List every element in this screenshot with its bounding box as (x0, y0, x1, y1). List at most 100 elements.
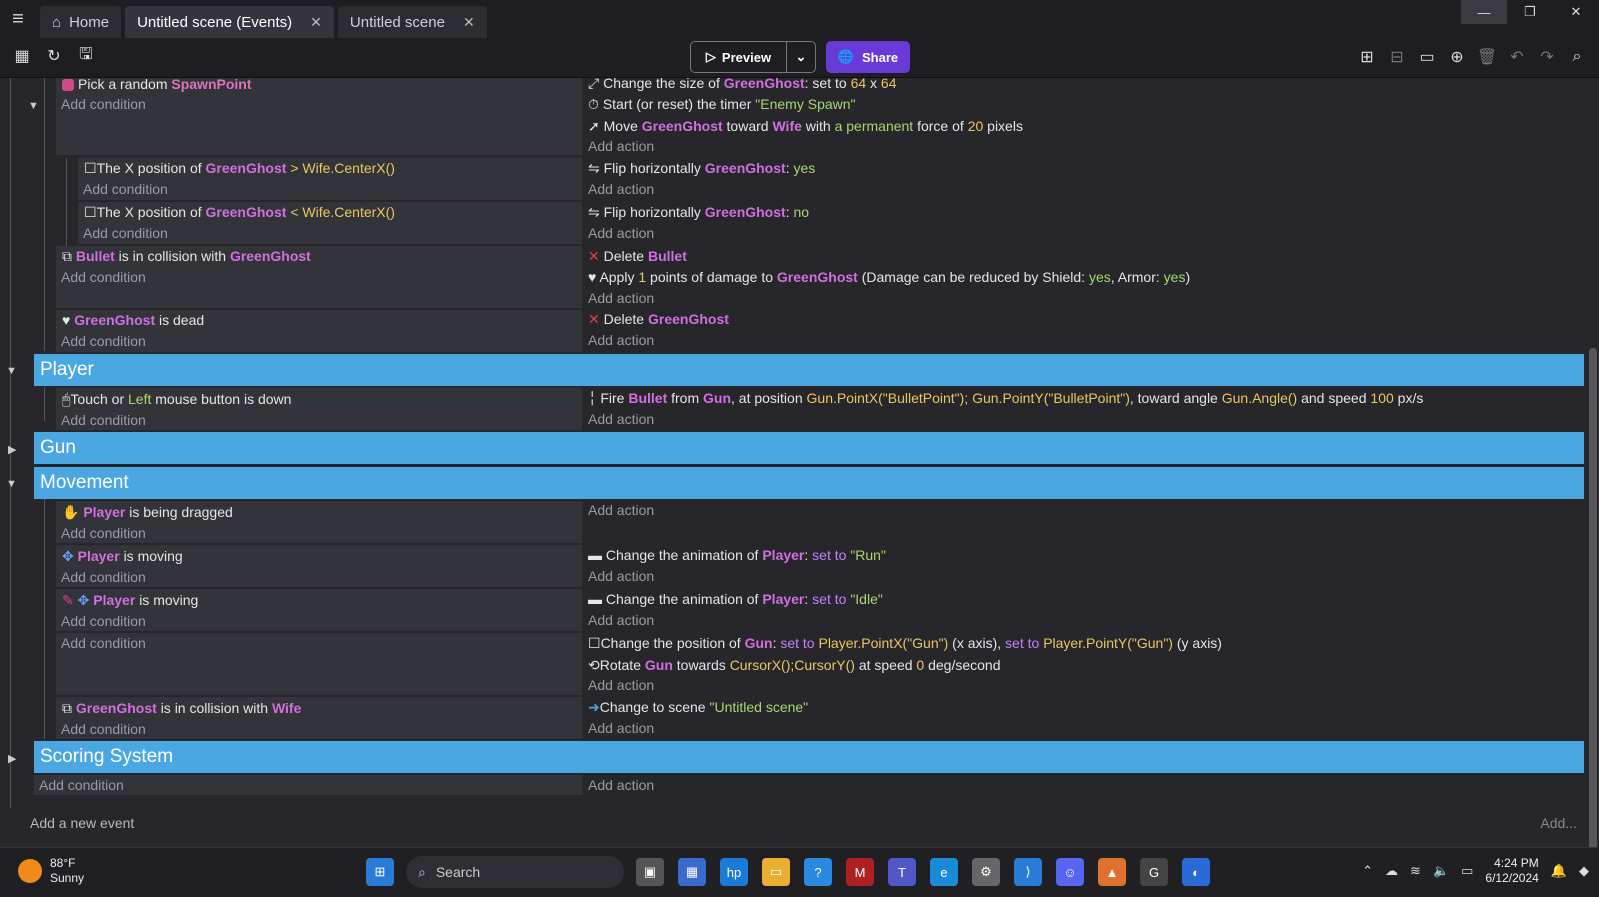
add-condition-link[interactable]: Add condition (61, 410, 146, 430)
windows-start-icon[interactable]: ⊞ (366, 858, 394, 886)
action[interactable]: ⏱ Start (or reset) the timer "Enemy Spaw… (588, 94, 856, 114)
add-action-link[interactable]: Add action (588, 675, 654, 695)
restore-button[interactable]: ❐ (1507, 0, 1553, 24)
taskbar-search[interactable]: ⌕ Search (406, 856, 624, 888)
add-condition-link[interactable]: Add condition (83, 179, 168, 199)
action[interactable]: ⇋ Flip horizontally GreenGhost: yes (588, 158, 815, 178)
scrollbar[interactable] (1589, 348, 1597, 847)
action[interactable]: ☐Change the position of Gun: set to Play… (588, 633, 1222, 653)
add-new-event-link[interactable]: Add a new event (30, 815, 134, 831)
clock[interactable]: 4:24 PM 6/12/2024 (1485, 856, 1538, 886)
group-movement[interactable]: Movement (34, 467, 1584, 499)
battery-icon[interactable]: ▭ (1461, 863, 1473, 879)
add-action-link[interactable]: Add action (588, 610, 654, 630)
undo-icon[interactable]: ↶ (1507, 47, 1527, 67)
add-condition-link[interactable]: Add condition (39, 775, 124, 795)
action[interactable]: ▬ Change the animation of Player: set to… (588, 545, 886, 565)
hp-icon[interactable]: hp (720, 858, 748, 886)
add-condition-link[interactable]: Add condition (61, 633, 146, 653)
teams-icon[interactable]: T (888, 858, 916, 886)
chevron-up-icon[interactable]: ⌃ (1362, 863, 1373, 879)
close-icon[interactable]: ✕ (310, 14, 322, 31)
add-condition-link[interactable]: Add condition (61, 267, 146, 287)
weather-widget[interactable]: 88°F Sunny (18, 856, 84, 886)
action[interactable]: ⤢ Change the size of GreenGhost: set to … (588, 78, 897, 93)
add-action-link[interactable]: Add action (588, 718, 654, 738)
notification-icon[interactable]: 🔔 (1551, 863, 1567, 879)
vscode-icon[interactable]: ⟩ (1014, 858, 1042, 886)
add-event-icon[interactable]: ⊞ (1357, 47, 1377, 67)
action[interactable]: ⟲Rotate Gun towards CursorX();CursorY() … (588, 655, 1001, 675)
add-condition-link[interactable]: Add condition (61, 94, 146, 114)
add-condition-link[interactable]: Add condition (61, 523, 146, 543)
network-icon[interactable]: ☁ (1385, 863, 1398, 879)
redo-icon[interactable]: ↷ (1537, 47, 1557, 67)
add-condition-link[interactable]: Add condition (61, 331, 146, 351)
add-condition-link[interactable]: Add condition (61, 611, 146, 631)
expand-arrow-icon[interactable]: ▶ (8, 443, 16, 456)
action[interactable]: ▬ Change the animation of Player: set to… (588, 589, 883, 609)
group-player[interactable]: Player (34, 354, 1584, 386)
action[interactable]: ✕ Delete Bullet (588, 246, 687, 266)
add-action-link[interactable]: Add action (588, 409, 654, 429)
app-icon[interactable]: ◐ (1182, 858, 1210, 886)
expand-arrow-icon[interactable]: ▶ (8, 752, 16, 765)
action[interactable]: ✕ Delete GreenGhost (588, 309, 729, 329)
discord-icon[interactable]: ☺ (1056, 858, 1084, 886)
help-icon[interactable]: ? (804, 858, 832, 886)
project-manager-icon[interactable]: ▦ (12, 46, 32, 66)
task-view-icon[interactable]: ▣ (636, 858, 664, 886)
action[interactable]: ➚ Move GreenGhost toward Wife with a per… (588, 116, 1023, 136)
chevron-down-icon[interactable]: ⌄ (787, 49, 815, 65)
action[interactable]: ➜Change to scene "Untitled scene" (588, 697, 808, 717)
save-icon[interactable]: 🖫 (76, 46, 96, 66)
condition[interactable]: ☐The X position of GreenGhost > Wife.Cen… (84, 158, 395, 178)
condition[interactable]: ⧉ Bullet is in collision with GreenGhost (62, 246, 311, 266)
search-icon[interactable]: ⌕ (1567, 47, 1587, 67)
add-more-button[interactable]: Add... (1540, 815, 1577, 831)
action[interactable]: ╎ Fire Bullet from Gun, at position Gun.… (588, 388, 1423, 408)
menu-icon[interactable]: ≡ (0, 0, 36, 38)
preview-button[interactable]: ▷ Preview ⌄ (690, 41, 816, 73)
close-icon[interactable]: ✕ (463, 14, 475, 31)
condition[interactable]: ✎ ✥ Player is moving (62, 590, 198, 610)
add-action-link[interactable]: Add action (588, 179, 654, 199)
collapse-arrow-icon[interactable]: ▼ (28, 100, 39, 112)
mcafee-icon[interactable]: M (846, 858, 874, 886)
condition[interactable]: ♥ GreenGhost is dead (62, 310, 204, 330)
folder-icon[interactable]: ▭ (762, 858, 790, 886)
tab-scene-events[interactable]: Untitled scene (Events) ✕ (125, 6, 334, 38)
app-icon[interactable]: ▲ (1098, 858, 1126, 886)
collapse-arrow-icon[interactable]: ▼ (6, 478, 17, 490)
settings-icon[interactable]: ⚙ (972, 858, 1000, 886)
add-action-link[interactable]: Add action (588, 330, 654, 350)
condition[interactable]: Pick a random SpawnPoint (62, 78, 252, 94)
add-action-link[interactable]: Add action (588, 775, 654, 795)
add-action-link[interactable]: Add action (588, 500, 654, 520)
share-button[interactable]: 🌐 Share (826, 41, 910, 73)
minimize-button[interactable]: — (1461, 0, 1507, 24)
gdevelop-icon[interactable]: G (1140, 858, 1168, 886)
condition[interactable]: ✥ Player is moving (62, 546, 183, 566)
history-icon[interactable]: ↻ (44, 46, 64, 66)
condition[interactable]: ✋ Player is being dragged (62, 502, 233, 522)
add-action-link[interactable]: Add action (588, 136, 654, 156)
condition[interactable]: ☐The X position of GreenGhost < Wife.Cen… (84, 202, 395, 222)
add-action-link[interactable]: Add action (588, 288, 654, 308)
tab-scene[interactable]: Untitled scene ✕ (337, 6, 487, 38)
close-window-button[interactable]: ✕ (1553, 0, 1599, 24)
add-comment-icon[interactable]: ▭ (1417, 47, 1437, 67)
add-subevent-icon[interactable]: ⊟ (1387, 47, 1407, 67)
collapse-arrow-icon[interactable]: ▼ (6, 365, 17, 377)
volume-icon[interactable]: 🔈 (1433, 863, 1449, 879)
tab-home[interactable]: ⌂ Home (40, 6, 122, 38)
add-condition-link[interactable]: Add condition (83, 223, 168, 243)
group-gun[interactable]: Gun (34, 432, 1584, 464)
add-condition-link[interactable]: Add condition (61, 567, 146, 587)
delete-icon[interactable]: 🗑 (1477, 47, 1497, 67)
store-icon[interactable]: ▦ (678, 858, 706, 886)
edge-icon[interactable]: e (930, 858, 958, 886)
add-icon[interactable]: ⊕ (1447, 47, 1467, 67)
action[interactable]: ♥ Apply 1 points of damage to GreenGhost… (588, 267, 1190, 287)
add-condition-link[interactable]: Add condition (61, 719, 146, 739)
